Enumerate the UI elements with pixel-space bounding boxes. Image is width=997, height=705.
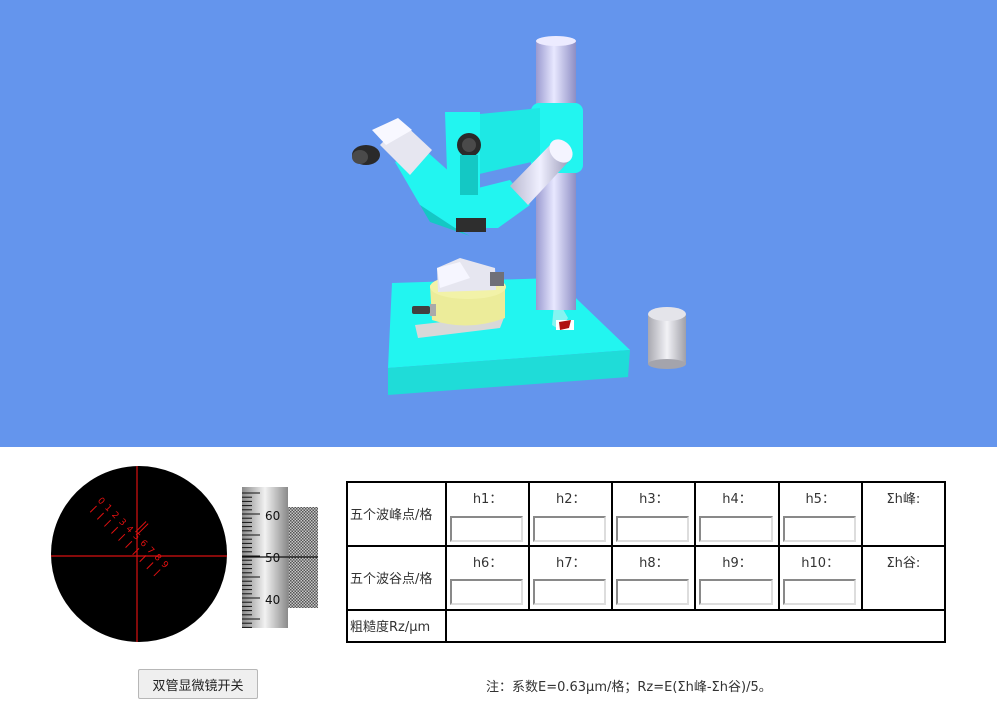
rz-value-cell bbox=[445, 608, 946, 644]
valley-input-h7[interactable] bbox=[533, 579, 607, 606]
eyepiece-view: 0123456789 bbox=[51, 466, 227, 642]
calibration-cylinder bbox=[648, 307, 686, 369]
base-switch bbox=[556, 320, 574, 330]
peak-input-h3[interactable] bbox=[616, 515, 690, 542]
valley-sum-header: Σh谷: bbox=[860, 544, 947, 577]
measurement-table: 五个波峰点/格 h1： h2： h3： h4： h5： Σh峰: 五个波谷点/格… bbox=[346, 480, 947, 644]
valley-input-h6[interactable] bbox=[450, 579, 524, 606]
peak-input-h2[interactable] bbox=[533, 515, 607, 542]
valley-input-h10[interactable] bbox=[782, 579, 856, 606]
peak-header: h3： bbox=[611, 480, 697, 513]
microscope-3d-viewport[interactable] bbox=[0, 0, 997, 447]
valley-header: h7： bbox=[528, 544, 614, 577]
microscope-power-button[interactable]: 双管显微镜开关 bbox=[138, 669, 258, 699]
drum-tick-label: 60 bbox=[265, 509, 280, 523]
formula-note: 注：系数E=0.63μm/格；Rz=E(Σh峰-Σh谷)/5。 bbox=[486, 680, 772, 695]
valley-header: h9： bbox=[694, 544, 780, 577]
peak-header: h2： bbox=[528, 480, 614, 513]
peak-input-h1[interactable] bbox=[450, 515, 524, 542]
valley-sum-cell bbox=[860, 576, 947, 611]
peak-sum-header: Σh峰: bbox=[860, 480, 947, 513]
peak-header: h1： bbox=[444, 480, 531, 513]
peak-input-h5[interactable] bbox=[782, 515, 856, 542]
peak-row-label: 五个波峰点/格 bbox=[346, 481, 447, 547]
microscope-model bbox=[352, 36, 686, 395]
drum-tick-label: 40 bbox=[265, 593, 280, 607]
focus-knob bbox=[457, 133, 481, 195]
rz-row-label: 粗糙度Rz/μm bbox=[346, 608, 447, 644]
valley-header: h10： bbox=[777, 544, 863, 577]
valley-header: h8： bbox=[611, 544, 697, 577]
peak-sum-cell bbox=[860, 512, 947, 547]
valley-header: h6： bbox=[444, 544, 531, 577]
peak-input-h4[interactable] bbox=[699, 515, 773, 542]
peak-header: h5： bbox=[777, 480, 863, 513]
drum-tick-label: 50 bbox=[265, 551, 280, 565]
valley-row-label: 五个波谷点/格 bbox=[346, 544, 447, 611]
micrometer-drum[interactable]: 60 50 40 bbox=[242, 487, 318, 628]
peak-header: h4： bbox=[694, 480, 780, 513]
valley-input-h8[interactable] bbox=[616, 579, 690, 606]
valley-input-h9[interactable] bbox=[699, 579, 773, 606]
